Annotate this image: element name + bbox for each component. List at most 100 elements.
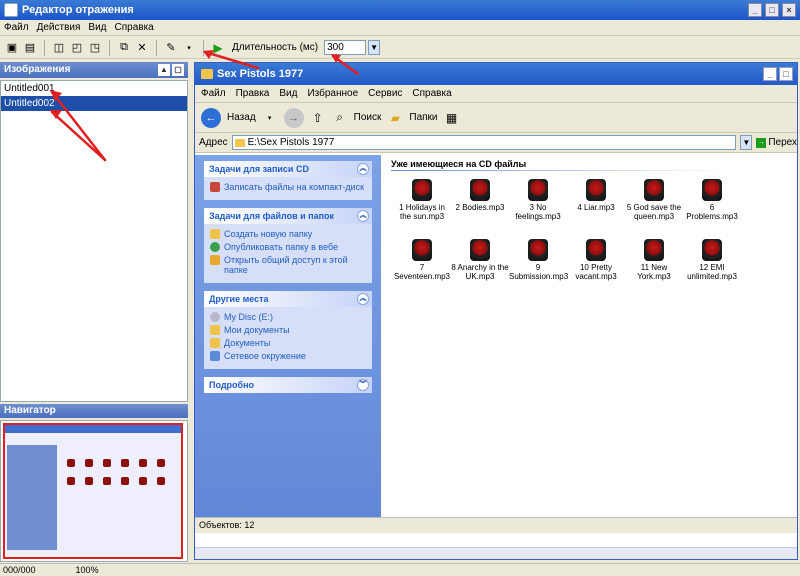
navigator-preview[interactable]	[0, 420, 188, 562]
mp3-file-icon	[644, 239, 664, 261]
task-item[interactable]: Мои документы	[210, 325, 366, 335]
file-item[interactable]: 10 Pretty vacant.mp3	[567, 239, 625, 281]
task-group-header[interactable]: Задачи для файлов и папок ︽	[204, 208, 372, 224]
effects-dropdown-icon[interactable]: ▾	[181, 40, 197, 56]
explorer-menu-file[interactable]: Файл	[201, 88, 226, 99]
file-item[interactable]: 2 Bodies.mp3	[451, 179, 509, 212]
preview-file-icon	[139, 477, 147, 485]
capture-region-icon[interactable]: ◫	[51, 40, 67, 56]
task-item[interactable]: Сетевое окружение	[210, 351, 366, 361]
files-section-divider	[391, 170, 731, 171]
task-item[interactable]: Открыть общий доступ к этой папке	[210, 255, 366, 275]
images-panel-title: Изображения	[4, 64, 71, 75]
navigator-viewport-frame[interactable]	[3, 423, 183, 559]
list-item[interactable]: Untitled001	[1, 81, 187, 96]
view-mode-icon[interactable]: ▦	[444, 110, 460, 126]
explorer-menu-edit[interactable]: Правка	[236, 88, 270, 99]
file-item[interactable]: 5 God save the queen.mp3	[625, 179, 683, 221]
capture-window-icon[interactable]: ◰	[69, 40, 85, 56]
address-input[interactable]: E:\Sex Pistols 1977	[231, 135, 737, 150]
task-item[interactable]: Записать файлы на компакт-диск	[210, 182, 366, 192]
horizontal-scrollbar[interactable]	[195, 547, 797, 559]
close-button[interactable]: ×	[782, 3, 796, 17]
save-all-icon[interactable]: ▤	[22, 40, 38, 56]
preview-file-icon	[103, 477, 111, 485]
task-group-places: Другие места ︽ My Disc (E:) Мои документ…	[204, 291, 372, 369]
address-dropdown-icon[interactable]: ▼	[740, 135, 753, 150]
menu-help[interactable]: Справка	[115, 22, 154, 33]
file-item[interactable]: 12 EMI unlimited.mp3	[683, 239, 741, 281]
menu-actions[interactable]: Действия	[37, 22, 81, 33]
delete-icon[interactable]: ✕	[134, 40, 150, 56]
task-group-header[interactable]: Задачи для записи CD ︽	[204, 161, 372, 177]
forward-arrow-icon[interactable]: →	[283, 107, 304, 128]
go-button[interactable]: → Перех	[756, 137, 797, 148]
task-group-header[interactable]: Другие места ︽	[204, 291, 372, 307]
play-icon[interactable]: ▶	[210, 40, 226, 56]
dropdown-icon[interactable]: ▾	[262, 110, 278, 126]
explorer-menu-favorites[interactable]: Избранное	[307, 88, 358, 99]
task-item[interactable]: Опубликовать папку в вебе	[210, 242, 366, 252]
duration-dropdown-icon[interactable]: ▼	[368, 40, 381, 55]
file-item[interactable]: 11 New York.mp3	[625, 239, 683, 281]
file-item[interactable]: 6 Problems.mp3	[683, 179, 741, 221]
task-group-header[interactable]: Подробно ︾	[204, 377, 372, 393]
capture-screen-icon[interactable]: ◳	[87, 40, 103, 56]
search-icon[interactable]: ⌕	[332, 110, 348, 126]
preview-file-icon	[103, 459, 111, 467]
task-item[interactable]: Создать новую папку	[210, 229, 366, 239]
file-item[interactable]: 7 Seventeen.mp3	[393, 239, 451, 281]
expand-icon[interactable]: ︾	[357, 379, 369, 391]
move-up-icon[interactable]: ▲	[158, 64, 170, 76]
explorer-minimize-button[interactable]: _	[763, 67, 777, 81]
collapse-icon[interactable]: ︽	[357, 210, 369, 222]
mp3-file-icon	[586, 239, 606, 261]
explorer-menu-help[interactable]: Справка	[412, 88, 451, 99]
task-item[interactable]: My Disc (E:)	[210, 312, 366, 322]
file-item[interactable]: 1 Holidays in the sun.mp3	[393, 179, 451, 221]
copy-icon[interactable]: ⧉	[116, 40, 132, 56]
task-group-body: Создать новую папку Опубликовать папку в…	[204, 224, 372, 283]
explorer-toolbar: ← Назад ▾ → ⇧ ⌕ Поиск ▰ Папки ▦	[195, 103, 797, 133]
task-item[interactable]: Документы	[210, 338, 366, 348]
effects-icon[interactable]: ✎	[163, 40, 179, 56]
menu-view[interactable]: Вид	[88, 22, 106, 33]
task-group-title: Задачи для файлов и папок	[209, 211, 335, 221]
file-item[interactable]: 4 Liar.mp3	[567, 179, 625, 212]
file-name: 7 Seventeen.mp3	[393, 263, 451, 281]
file-item[interactable]: 9 Submission.mp3	[509, 239, 568, 281]
mp3-file-icon	[644, 179, 664, 201]
explorer-menu-tools[interactable]: Сервис	[368, 88, 402, 99]
captured-explorer-window: Sex Pistols 1977 _ □ Файл Правка Вид Изб…	[194, 62, 798, 560]
file-item[interactable]: 8 Anarchy in the UK.mp3	[451, 239, 509, 281]
menu-file[interactable]: Файл	[4, 22, 29, 33]
save-icon[interactable]: ▣	[4, 40, 20, 56]
explorer-title: Sex Pistols 1977	[217, 68, 304, 80]
task-group-files: Задачи для файлов и папок ︽ Создать нову…	[204, 208, 372, 283]
collapse-icon[interactable]: ︽	[357, 163, 369, 175]
search-label[interactable]: Поиск	[354, 112, 382, 123]
preview-file-icon	[85, 477, 93, 485]
list-item-selected[interactable]: Untitled002	[1, 96, 187, 111]
back-arrow-icon[interactable]: ←	[201, 107, 221, 128]
duration-input[interactable]: 300	[324, 40, 367, 55]
explorer-maximize-button[interactable]: □	[779, 67, 793, 81]
preview-file-icon	[85, 459, 93, 467]
preview-file-icon	[157, 477, 165, 485]
up-folder-icon[interactable]: ⇧	[310, 110, 326, 126]
panel-close-icon[interactable]: ▢	[172, 64, 184, 76]
file-item[interactable]: 3 No feelings.mp3	[509, 179, 567, 221]
folders-icon[interactable]: ▰	[387, 110, 403, 126]
minimize-button[interactable]: _	[748, 3, 762, 17]
address-folder-icon	[234, 138, 245, 147]
status-coords: 000/000	[3, 565, 36, 575]
explorer-tasks-pane: Задачи для записи CD ︽ Записать файлы на…	[195, 155, 381, 517]
task-item-label: Сетевое окружение	[224, 351, 306, 361]
folders-label[interactable]: Папки	[409, 112, 437, 123]
address-label: Адрес	[199, 137, 228, 148]
explorer-statusbar: Объектов: 12	[195, 517, 797, 533]
explorer-menu-view[interactable]: Вид	[279, 88, 297, 99]
back-label[interactable]: Назад	[227, 112, 256, 123]
maximize-button[interactable]: □	[765, 3, 779, 17]
collapse-icon[interactable]: ︽	[357, 293, 369, 305]
